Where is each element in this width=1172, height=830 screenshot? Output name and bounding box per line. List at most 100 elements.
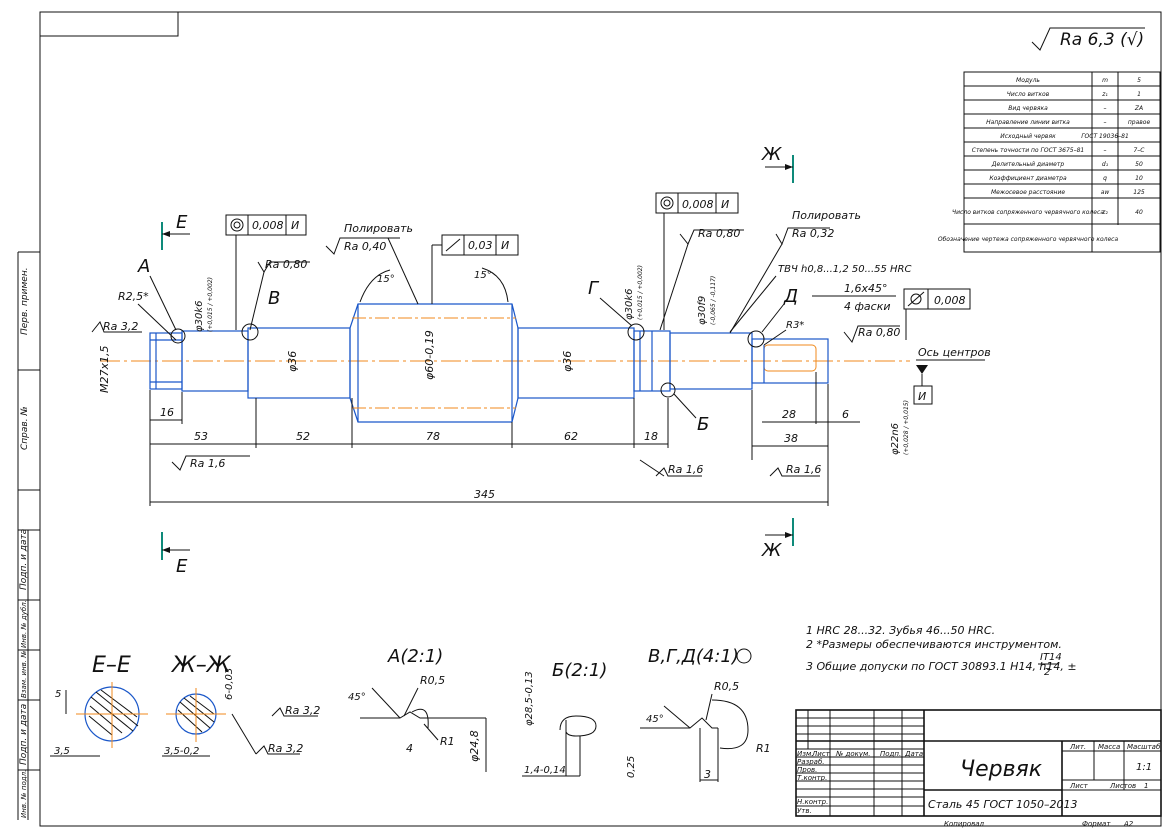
technical-drawing: Перв. примен. Справ. № Подп. и дата Инв.… [17, 11, 1162, 828]
svg-text:И: И [291, 219, 299, 232]
svg-text:А(2:1): А(2:1) [387, 646, 443, 667]
param-sym-2: – [1104, 105, 1107, 112]
note-3: 3 Общие допуски по ГОСТ 30893.1 H14, h14… [806, 660, 1077, 673]
svg-text:62: 62 [564, 430, 578, 443]
svg-text:Ra 3,2: Ra 3,2 [103, 320, 138, 333]
svg-text:И: И [721, 198, 729, 211]
svg-text:1: 1 [1144, 782, 1148, 790]
svg-text:16: 16 [160, 406, 174, 419]
parameter-table: Модуль m 5 Число витков z₁ 1 Вид червяка – ZA Нап… [938, 71, 1161, 253]
svg-text:53: 53 [194, 430, 208, 443]
param-val-6: 50 [1135, 161, 1143, 168]
svg-text:ТВЧ h0,8...1,2 50...55 HRC: ТВЧ h0,8...1,2 50...55 HRC [778, 264, 911, 275]
param-sym-6: d₁ [1102, 161, 1109, 168]
svg-text:45°: 45° [646, 714, 664, 725]
svg-text:Дата: Дата [904, 750, 923, 758]
top-left-stamp [39, 11, 179, 37]
svg-text:Д: Д [783, 286, 798, 307]
svg-text:Ж: Ж [761, 540, 782, 561]
svg-text:R0,5: R0,5 [714, 680, 739, 693]
svg-text:15°: 15° [474, 270, 492, 281]
svg-text:φ30k6: φ30k6 [624, 289, 635, 320]
svg-text:Формат: Формат [1082, 820, 1111, 828]
svg-text:В: В [268, 288, 280, 309]
svg-text:φ60-0,19: φ60-0,19 [423, 330, 436, 380]
detail-b: Б(2:1) φ28,5-0,13 1,4-0,14 [522, 660, 607, 777]
param-sym-7: q [1103, 175, 1107, 182]
svg-text:3,5-0,2: 3,5-0,2 [164, 746, 199, 757]
svg-text:Ra 0,80: Ra 0,80 [858, 326, 900, 339]
param-sym-5: – [1104, 147, 1107, 154]
svg-text:И: И [501, 239, 509, 252]
svg-text:(+0,015 / +0,002): (+0,015 / +0,002) [207, 277, 214, 332]
section-zhzh: Ж–Ж 6-0,03 Ra 3,2 3,5-0,2 Ra 3,2 [162, 653, 320, 757]
svg-text:Изм.: Изм. [797, 750, 813, 758]
param-label-0: Модуль [1016, 77, 1040, 84]
svg-text:В,Г,Д(4:1): В,Г,Д(4:1) [648, 646, 739, 667]
svg-text:1:1: 1:1 [1136, 762, 1152, 773]
svg-text:Разраб.: Разраб. [797, 758, 825, 766]
shaft-annotations: А В Г Б Д R2,5* Ra 3,2 M27x1,5 φ30k6 (+0… [91, 192, 991, 455]
technical-notes: 1 HRC 28...32. Зубья 46...50 HRC. 2 *Раз… [806, 624, 1077, 678]
dimensions: 16 53 52 78 62 18 28 6 38 345 Ra 1,6 Ra … [149, 372, 860, 506]
svg-text:R1: R1 [440, 735, 455, 748]
svg-text:R3*: R3* [786, 320, 804, 331]
param-label-5: Степень точности по ГОСТ 3675–81 [972, 147, 1085, 154]
svg-text:345: 345 [474, 488, 495, 501]
param-val-2: ZA [1134, 105, 1143, 112]
svg-text:R1: R1 [756, 742, 771, 755]
svg-text:3,5: 3,5 [54, 746, 70, 757]
note-1: 1 HRC 28...32. Зубья 46...50 HRC. [806, 624, 995, 637]
svg-text:38: 38 [784, 432, 798, 445]
svg-text:Утв.: Утв. [797, 807, 812, 815]
svg-text:78: 78 [426, 430, 440, 443]
param-sym-8: aw [1101, 189, 1110, 196]
svg-text:Пров.: Пров. [797, 766, 817, 774]
param-sym-0: m [1102, 77, 1108, 84]
svg-text:Ra 3,2: Ra 3,2 [285, 704, 320, 717]
svg-text:0,008: 0,008 [934, 294, 966, 307]
param-label-6: Делительный диаметр [991, 161, 1065, 168]
svg-text:Полировать: Полировать [344, 222, 413, 235]
param-val-5: 7–С [1133, 147, 1145, 154]
svg-text:Т.контр.: Т.контр. [797, 774, 827, 782]
svg-text:R2,5*: R2,5* [118, 290, 149, 303]
svg-text:1,4-0,14: 1,4-0,14 [524, 765, 566, 776]
param-val-0: 5 [1137, 77, 1141, 84]
svg-text:4 фаски: 4 фаски [844, 300, 890, 313]
svg-text:Полировать: Полировать [792, 209, 861, 222]
svg-text:Е: Е [176, 556, 188, 577]
svg-text:15°: 15° [377, 274, 395, 285]
param-label-2: Вид червяка [1008, 105, 1048, 112]
title-block: Изм. Лист № докум. Подп. Дата Разраб. Пр… [795, 709, 1162, 828]
svg-text:(-0,065 / -0,117): (-0,065 / -0,117) [710, 276, 717, 325]
svg-text:R0,5: R0,5 [420, 674, 445, 687]
section-ee: Е–Е 5 3,5 [50, 653, 148, 757]
svg-text:Ra 3,2: Ra 3,2 [268, 742, 303, 755]
param-sym-1: z₁ [1101, 91, 1108, 98]
param-label-7: Коэффициент диаметра [989, 175, 1067, 182]
svg-text:4: 4 [406, 742, 413, 755]
svg-text:6: 6 [842, 408, 849, 421]
svg-text:Ra 1,6: Ra 1,6 [786, 463, 821, 476]
param-label-1: Число витков [1007, 91, 1050, 98]
svg-text:Масштаб: Масштаб [1127, 743, 1161, 751]
param-sym-4: ГОСТ 19036–81 [1081, 133, 1129, 140]
svg-text:Масса: Масса [1098, 743, 1120, 751]
svg-text:Е–Е: Е–Е [92, 653, 131, 678]
svg-text:Б: Б [697, 414, 709, 435]
param-val-8: 125 [1133, 189, 1145, 196]
svg-text:φ24,8: φ24,8 [468, 730, 481, 762]
svg-text:φ36: φ36 [561, 351, 574, 372]
svg-text:0,008: 0,008 [252, 219, 284, 232]
svg-text:Ж–Ж: Ж–Ж [170, 653, 232, 678]
svg-text:0,008: 0,008 [682, 198, 714, 211]
stamp-podp1: Подп. и дата [19, 529, 29, 590]
section-mark-e-top: Е [161, 212, 190, 250]
svg-text:Лит.: Лит. [1069, 743, 1086, 751]
svg-text:1,6x45°: 1,6x45° [844, 282, 888, 295]
param-label-3: Направление линии витка [986, 119, 1070, 126]
svg-text:18: 18 [644, 430, 658, 443]
svg-text:45°: 45° [348, 692, 366, 703]
svg-text:Подп.: Подп. [880, 750, 901, 758]
